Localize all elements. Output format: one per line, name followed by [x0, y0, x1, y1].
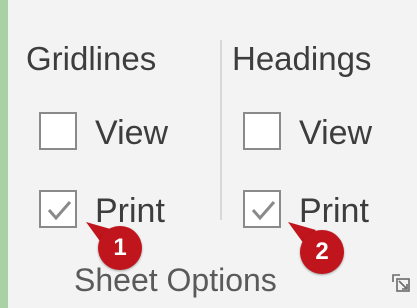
gridlines-view-label[interactable]: View: [95, 114, 168, 153]
gridlines-print-checkbox[interactable]: [39, 190, 77, 228]
column-divider: [220, 40, 222, 220]
headings-view-checkbox[interactable]: [243, 112, 281, 150]
checkmark-icon: [47, 201, 72, 221]
gridlines-header: Gridlines: [26, 40, 157, 77]
sheet-options-group: Gridlines View Print Headings View Print…: [0, 0, 417, 308]
callout-1-badge: 1: [98, 226, 142, 270]
checkmark-icon: [251, 201, 276, 221]
headings-print-checkbox[interactable]: [243, 190, 281, 228]
page: Gridlines View Print Headings View Print…: [0, 0, 417, 308]
headings-header: Headings: [232, 40, 372, 77]
dialog-launcher-icon[interactable]: [392, 274, 410, 292]
group-title: Sheet Options: [74, 262, 277, 298]
callout-2-badge: 2: [300, 230, 344, 274]
headings-view-label[interactable]: View: [299, 114, 372, 153]
gridlines-view-checkbox[interactable]: [39, 112, 77, 150]
